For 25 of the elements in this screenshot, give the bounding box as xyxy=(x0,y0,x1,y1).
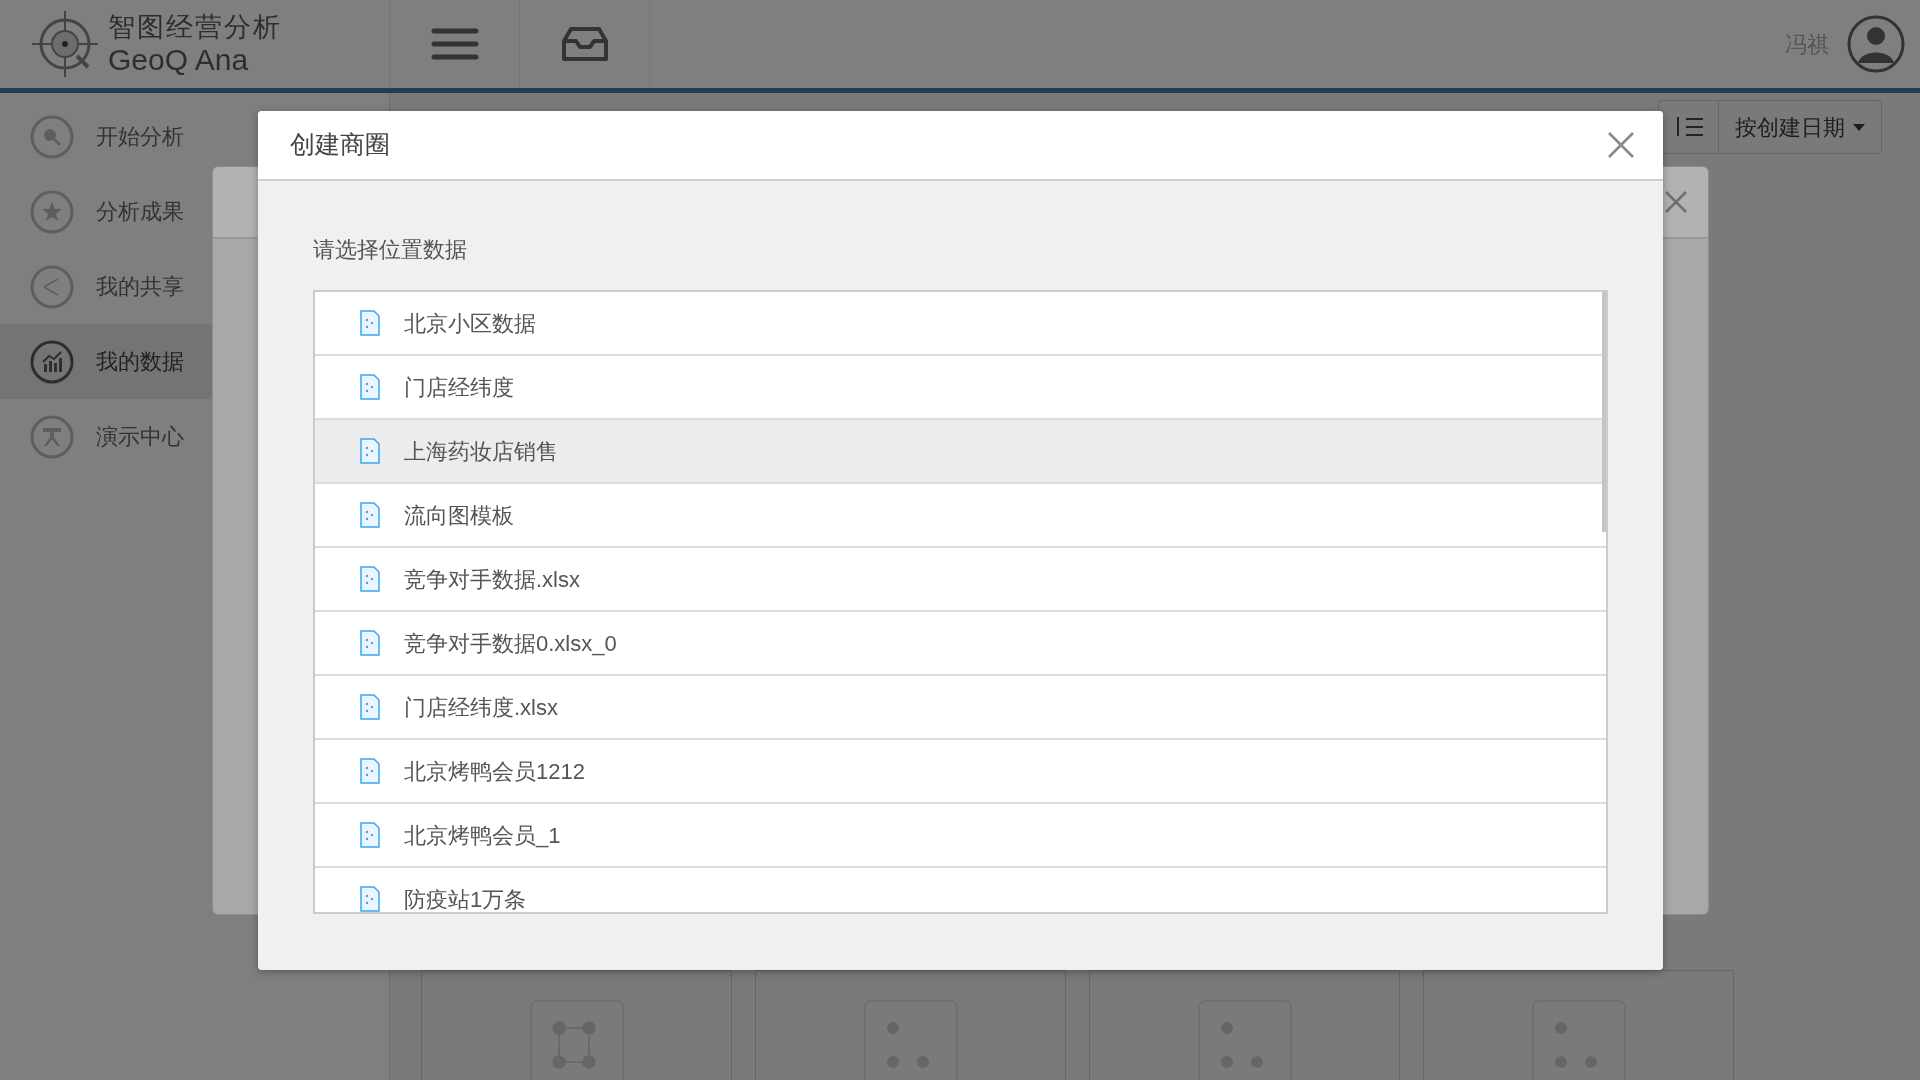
avatar-icon[interactable] xyxy=(1847,15,1905,73)
file-icon xyxy=(360,438,380,464)
dialog-title: 创建商圈 xyxy=(290,129,390,161)
close-icon[interactable] xyxy=(1664,190,1688,214)
scrollbar-thumb[interactable] xyxy=(1602,292,1606,532)
logo-icon xyxy=(30,9,100,79)
file-icon xyxy=(360,566,380,592)
chart-icon xyxy=(30,339,74,384)
caret-icon xyxy=(1853,123,1865,131)
search-icon xyxy=(30,114,74,159)
file-icon xyxy=(360,374,380,400)
share-icon xyxy=(30,264,74,309)
file-icon xyxy=(360,822,380,848)
close-icon[interactable] xyxy=(1607,131,1635,159)
file-icon xyxy=(360,886,380,912)
file-icon xyxy=(360,694,380,720)
logo-subtitle: GeoQ Ana xyxy=(108,44,250,75)
file-icon xyxy=(360,310,380,336)
easel-icon xyxy=(30,414,74,459)
menu-icon xyxy=(430,27,479,61)
inbox-icon xyxy=(560,26,609,62)
file-icon xyxy=(360,758,380,784)
file-icon xyxy=(360,630,380,656)
file-icon xyxy=(360,502,380,528)
logo-title: 智图经营分析 xyxy=(108,13,282,41)
